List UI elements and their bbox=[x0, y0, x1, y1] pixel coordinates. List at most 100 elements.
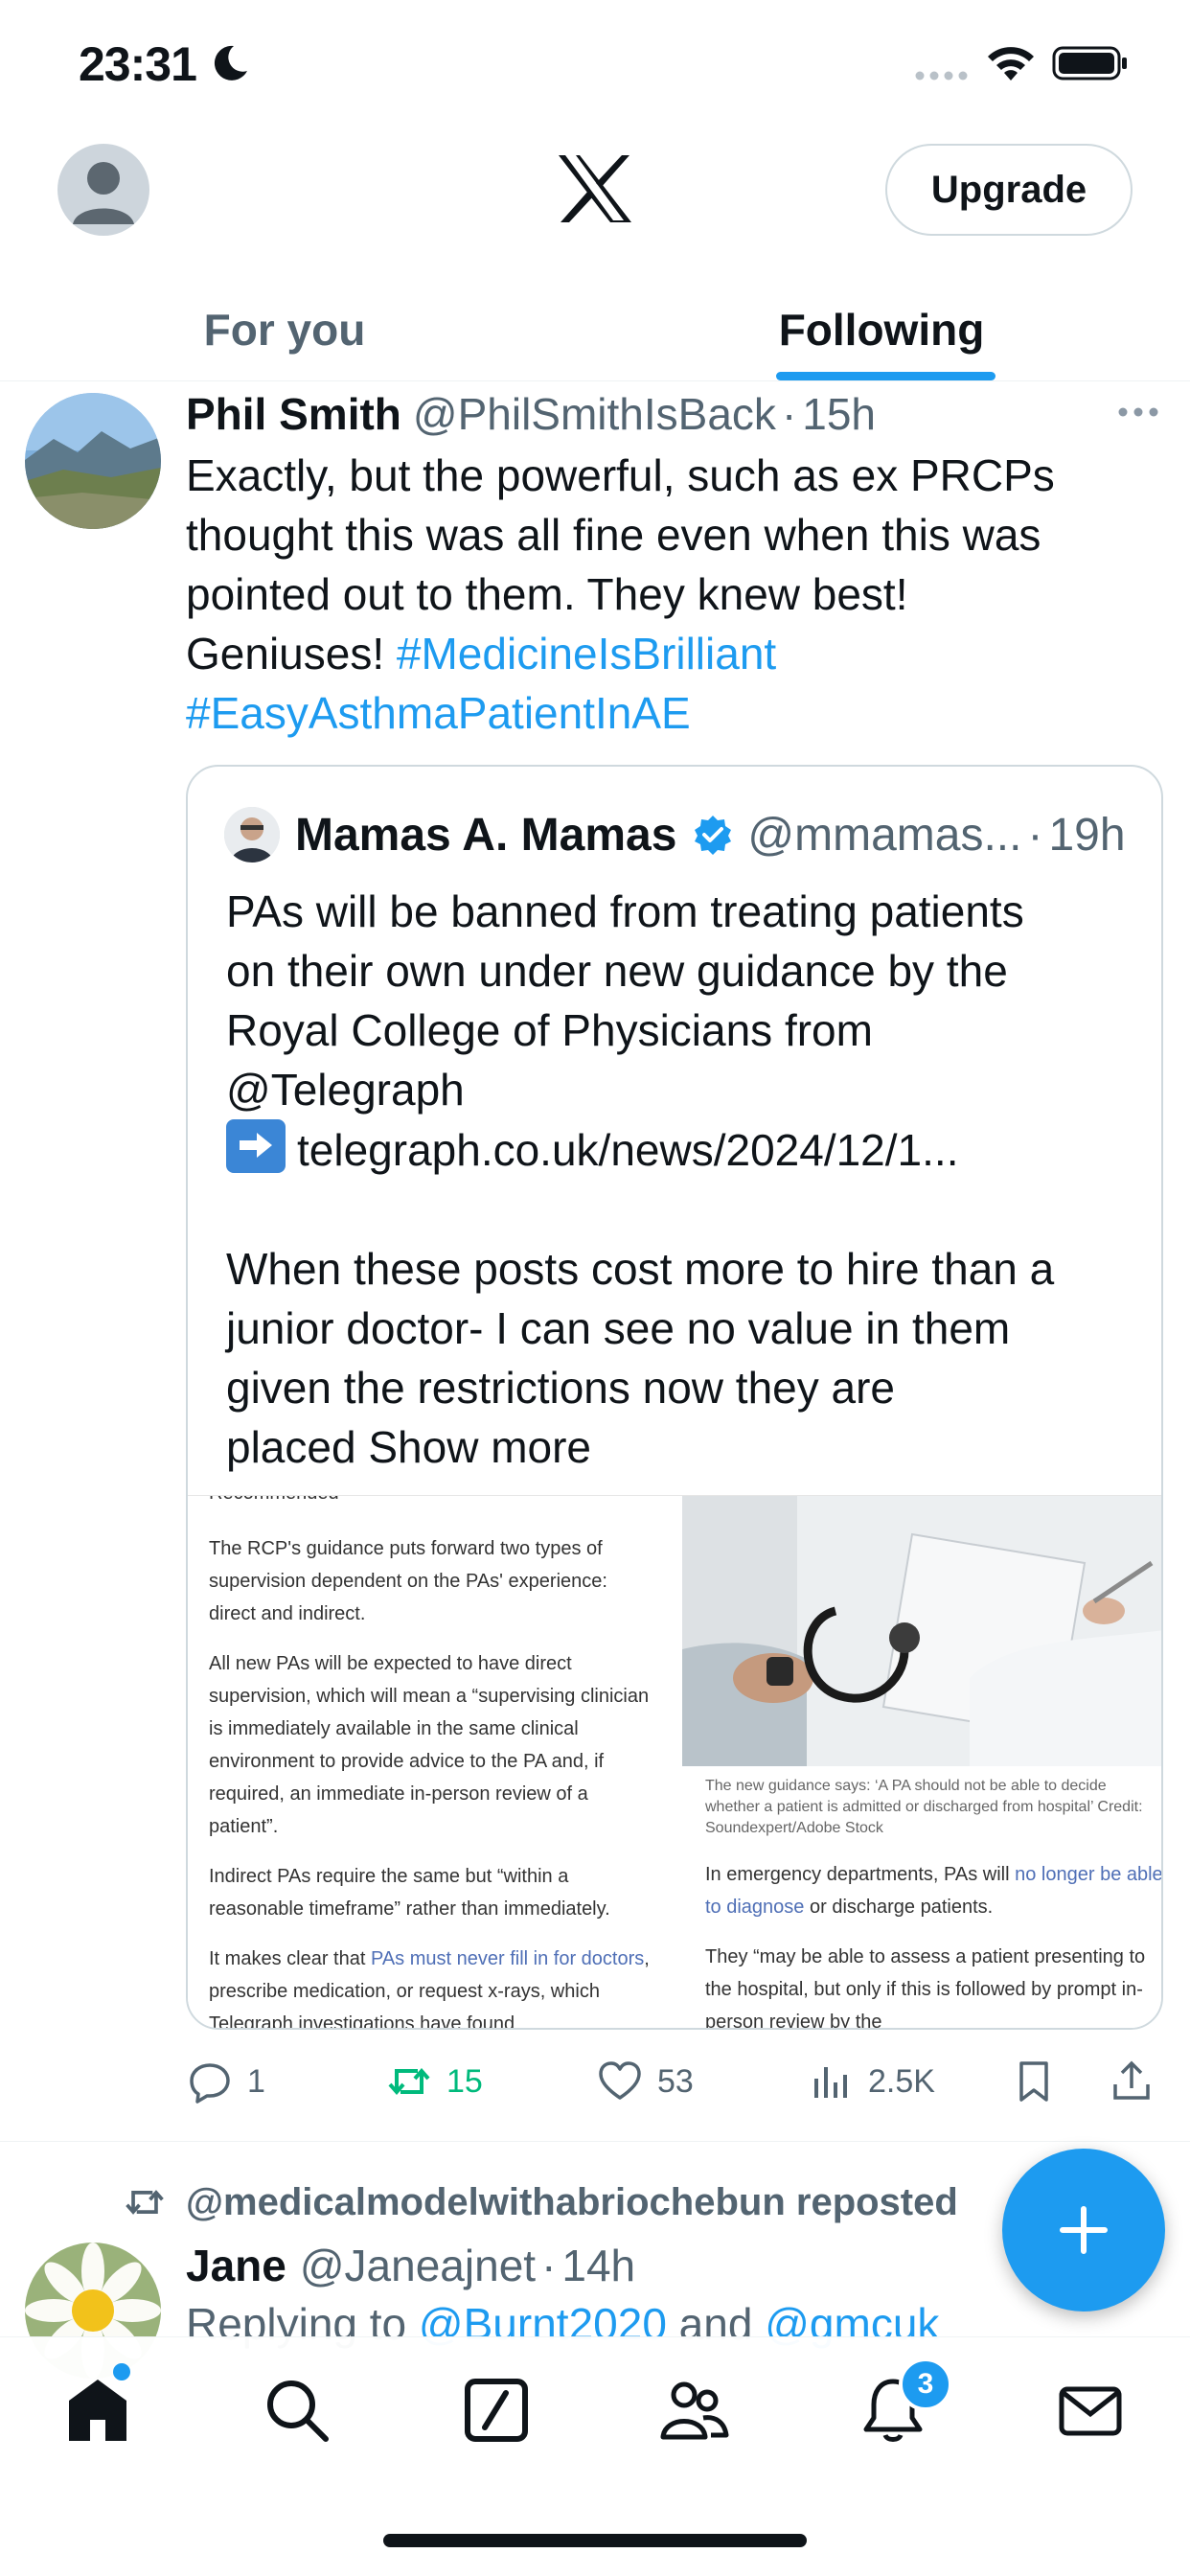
like-button[interactable]: 53 bbox=[596, 2053, 694, 2110]
share-button[interactable] bbox=[1108, 2053, 1169, 2110]
quote-line: on their own under new guidance by the bbox=[226, 946, 1008, 996]
tweet-line: thought this was all fine even when this… bbox=[186, 510, 1041, 560]
tweet-time[interactable]: 15h bbox=[802, 388, 876, 440]
nav-communities[interactable] bbox=[655, 2372, 732, 2449]
quoted-author-handle: @mmamas... bbox=[747, 809, 1022, 861]
quoted-author-name: Mamas A. Mamas bbox=[295, 809, 677, 861]
header-separator: · bbox=[1027, 809, 1043, 861]
status-bar: 23:31 bbox=[0, 0, 1190, 134]
home-icon bbox=[69, 2380, 126, 2441]
header-separator: · bbox=[781, 389, 797, 439]
nav-messages[interactable] bbox=[1052, 2372, 1129, 2449]
notification-count-badge: 3 bbox=[899, 2358, 952, 2411]
article-paragraph: The RCP's guidance puts forward two type… bbox=[209, 1538, 607, 1624]
x-home-timeline: 23:31 Upgrade For you Following Phil Smi… bbox=[0, 0, 1190, 2576]
author-handle[interactable]: @PhilSmithIsBack bbox=[413, 388, 776, 440]
nav-home[interactable] bbox=[59, 2372, 136, 2449]
views-button[interactable]: 2.5K bbox=[807, 2053, 935, 2110]
quoted-tweet-time: 19h bbox=[1048, 809, 1126, 861]
share-icon bbox=[1113, 2060, 1150, 2100]
avatar-photo bbox=[25, 393, 161, 529]
grok-icon bbox=[465, 2379, 528, 2442]
article-paragraph: In emergency departments, PAs will no lo… bbox=[705, 1858, 1161, 1923]
article-left-column: Recommended The RCP's guidance puts forw… bbox=[209, 1496, 650, 2028]
reposted-by-line: @medicalmodelwithabriochebun reposted bbox=[123, 2175, 958, 2229]
quote-line: given the restrictions now they are bbox=[226, 1363, 896, 1413]
reposted-by-text[interactable]: @medicalmodelwithabriochebun reposted bbox=[186, 2181, 958, 2224]
communities-icon bbox=[660, 2381, 729, 2440]
quoted-tweet-image[interactable]: Recommended The RCP's guidance puts forw… bbox=[188, 1495, 1161, 2030]
quoted-tweet-text: PAs will be banned from treating patient… bbox=[226, 882, 1146, 1477]
timeline-tabs: For you Following bbox=[0, 278, 1190, 381]
tweet-header: Jane @Janeajnet · 14h bbox=[186, 2237, 635, 2294]
tweet-line: pointed out to them. They knew best! bbox=[186, 569, 908, 619]
home-indicator-bar[interactable] bbox=[383, 2534, 807, 2547]
repost-icon bbox=[388, 2067, 430, 2096]
home-unread-dot bbox=[113, 2363, 130, 2380]
quote-line: PAs will be banned from treating patient… bbox=[226, 886, 1024, 936]
active-tab-indicator bbox=[776, 372, 995, 380]
article-cut-heading: Recommended bbox=[209, 1496, 650, 1509]
tweet-actions: 1 15 53 2.5K bbox=[186, 2053, 1163, 2110]
photo-caption: The new guidance says: ‘A PA should not … bbox=[705, 1778, 1143, 1836]
views-count: 2.5K bbox=[868, 2062, 935, 2100]
tweet-time[interactable]: 14h bbox=[561, 2240, 635, 2291]
reply-count: 1 bbox=[247, 2062, 265, 2100]
heart-icon bbox=[599, 2061, 641, 2100]
compose-post-button[interactable] bbox=[1002, 2149, 1165, 2312]
default-avatar-icon bbox=[73, 162, 134, 224]
tweet-author-avatar[interactable] bbox=[25, 393, 161, 529]
quoted-author-avatar[interactable] bbox=[224, 807, 280, 862]
upgrade-button[interactable]: Upgrade bbox=[885, 144, 1133, 236]
bookmark-icon bbox=[1019, 2061, 1048, 2102]
hashtag-link[interactable]: #EasyAsthmaPatientInAE bbox=[186, 688, 691, 738]
author-handle[interactable]: @Janeajnet bbox=[300, 2240, 536, 2291]
status-time: 23:31 bbox=[79, 37, 197, 91]
repost-button[interactable]: 15 bbox=[385, 2053, 483, 2110]
nav-grok[interactable] bbox=[458, 2372, 535, 2449]
quoted-tweet-card[interactable]: Mamas A. Mamas @mmamas... · 19h PAs will… bbox=[186, 765, 1163, 2030]
repost-icon bbox=[126, 2190, 164, 2215]
moon-icon bbox=[214, 45, 247, 80]
battery-icon bbox=[1052, 46, 1127, 80]
tweet-header: Phil Smith @PhilSmithIsBack · 15h bbox=[186, 385, 876, 443]
tweet-line: Exactly, but the powerful, such as ex PR… bbox=[186, 450, 1055, 500]
header-separator: · bbox=[541, 2241, 557, 2290]
tab-for-you[interactable]: For you bbox=[0, 278, 569, 381]
quote-line: Royal College of Physicians from bbox=[226, 1005, 873, 1055]
article-link: telegraph.co.uk/news/2024/12/1... bbox=[297, 1125, 959, 1175]
reply-icon bbox=[190, 2063, 230, 2104]
article-text: It makes clear that bbox=[209, 1948, 371, 1969]
right-arrow-emoji-icon bbox=[226, 1119, 286, 1173]
nav-search[interactable] bbox=[259, 2372, 335, 2449]
show-more-link[interactable]: Show more bbox=[368, 1422, 591, 1472]
views-chart-icon bbox=[814, 2067, 847, 2098]
wifi-icon bbox=[988, 47, 1034, 80]
tweet-line-text: Geniuses! bbox=[186, 629, 397, 678]
bookmark-button[interactable] bbox=[1010, 2053, 1071, 2110]
search-icon bbox=[267, 2380, 329, 2442]
author-name[interactable]: Jane bbox=[186, 2240, 286, 2291]
signal-dots-icon bbox=[915, 71, 968, 80]
quote-line: placed bbox=[226, 1422, 369, 1472]
repost-count: 15 bbox=[446, 2062, 483, 2100]
mail-icon bbox=[1059, 2386, 1122, 2436]
more-options-icon[interactable] bbox=[1117, 402, 1159, 422]
tweet-text: Exactly, but the powerful, such as ex PR… bbox=[186, 446, 1125, 743]
plus-icon bbox=[1060, 2206, 1108, 2254]
x-logo-icon[interactable] bbox=[557, 153, 633, 224]
author-name[interactable]: Phil Smith bbox=[186, 388, 401, 440]
article-paragraph: They “may be able to assess a patient pr… bbox=[705, 1946, 1146, 2030]
article-paragraph: All new PAs will be expected to have dir… bbox=[209, 1653, 650, 1837]
quote-line: @Telegraph bbox=[226, 1065, 465, 1115]
tab-following[interactable]: Following bbox=[594, 278, 1169, 381]
avatar-photo bbox=[224, 807, 280, 862]
reply-button[interactable]: 1 bbox=[186, 2053, 265, 2110]
article-photo bbox=[682, 1496, 1161, 1766]
article-paragraph: Indirect PAs require the same but “withi… bbox=[209, 1866, 610, 1920]
quote-line: When these posts cost more to hire than … bbox=[226, 1244, 1055, 1294]
tweet-line: Geniuses! #MedicineIsBrilliant bbox=[186, 624, 1125, 683]
profile-avatar[interactable] bbox=[57, 144, 149, 236]
hashtag-link[interactable]: #MedicineIsBrilliant bbox=[397, 629, 776, 678]
article-paragraph: It makes clear that PAs must never fill … bbox=[209, 1943, 650, 2028]
